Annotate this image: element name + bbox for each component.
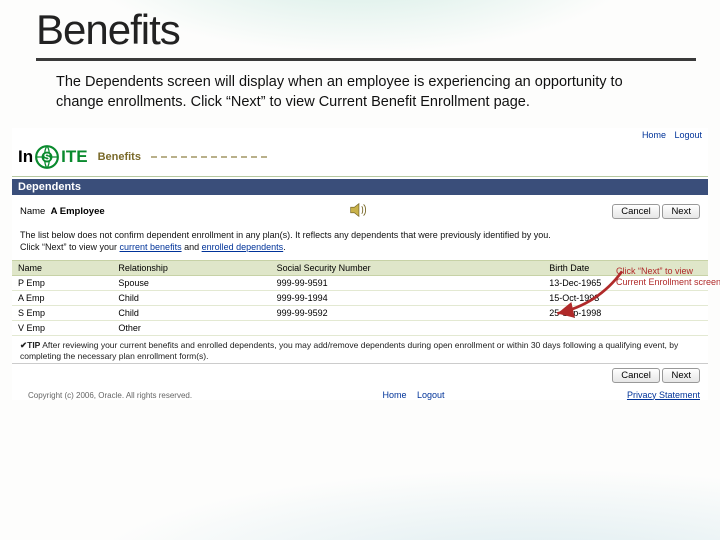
name-value: A Employee [51,206,105,217]
cell-ssn [271,320,544,335]
top-nav: Home Logout [12,128,708,142]
table-row: V EmpOther [12,320,708,335]
help-line2-pre: Click “Next” to view your [20,242,120,252]
col-name: Name [12,260,112,275]
top-logout-link[interactable]: Logout [674,130,702,140]
breadcrumb: Benefits [98,151,141,163]
top-button-row: Cancel Next [612,204,700,219]
cell-rel: Spouse [112,275,270,290]
tip-body: After reviewing your current benefits an… [20,340,678,361]
cell-name: P Emp [12,275,112,290]
footer-center-links: Home Logout [200,390,627,400]
footer-home-link[interactable]: Home [382,390,406,400]
cell-name: S Emp [12,305,112,320]
name-label: Name [20,206,45,217]
help-period: . [283,242,286,252]
cell-name: V Emp [12,320,112,335]
current-benefits-link[interactable]: current benefits [120,242,182,252]
cell-ssn: 999-99-9592 [271,305,544,320]
cell-rel: Other [112,320,270,335]
insite-logo: In S ITE [18,144,88,170]
cell-name: A Emp [12,290,112,305]
speaker-icon[interactable] [347,199,369,224]
top-home-link[interactable]: Home [642,130,666,140]
help-line1: The list below does not confirm dependen… [20,230,700,242]
slide-title: Benefits [36,6,696,54]
col-ssn: Social Security Number [271,260,544,275]
cancel-button[interactable]: Cancel [612,368,660,383]
slide-intro-text: The Dependents screen will display when … [0,61,720,122]
tip-label: TIP [27,340,40,350]
footer-logout-link[interactable]: Logout [417,390,445,400]
cell-ssn: 999-99-1994 [271,290,544,305]
app-screenshot: Home Logout In S ITE Benefits Dependents… [12,128,708,399]
breadcrumb-divider [151,156,271,158]
tip-text: ✔TIP After reviewing your current benefi… [12,336,708,363]
cancel-button[interactable]: Cancel [612,204,660,219]
next-button[interactable]: Next [662,368,700,383]
privacy-link[interactable]: Privacy Statement [627,390,700,400]
cell-ssn: 999-99-9591 [271,275,544,290]
svg-text:S: S [44,152,51,163]
col-relationship: Relationship [112,260,270,275]
section-header: Dependents [12,179,708,195]
copyright-text: Copyright (c) 2006, Oracle. All rights r… [20,389,200,400]
help-mid: and [182,242,202,252]
cell-rel: Child [112,305,270,320]
cell-rel: Child [112,290,270,305]
help-text: The list below does not confirm dependen… [12,228,708,259]
enrolled-dependents-link[interactable]: enrolled dependents [202,242,284,252]
bottom-button-row: Cancel Next [12,363,708,385]
logo-suffix: ITE [61,147,87,167]
globe-icon: S [34,144,60,170]
next-button[interactable]: Next [662,204,700,219]
logo-prefix: In [18,147,33,167]
employee-name: Name A Employee [20,206,105,217]
